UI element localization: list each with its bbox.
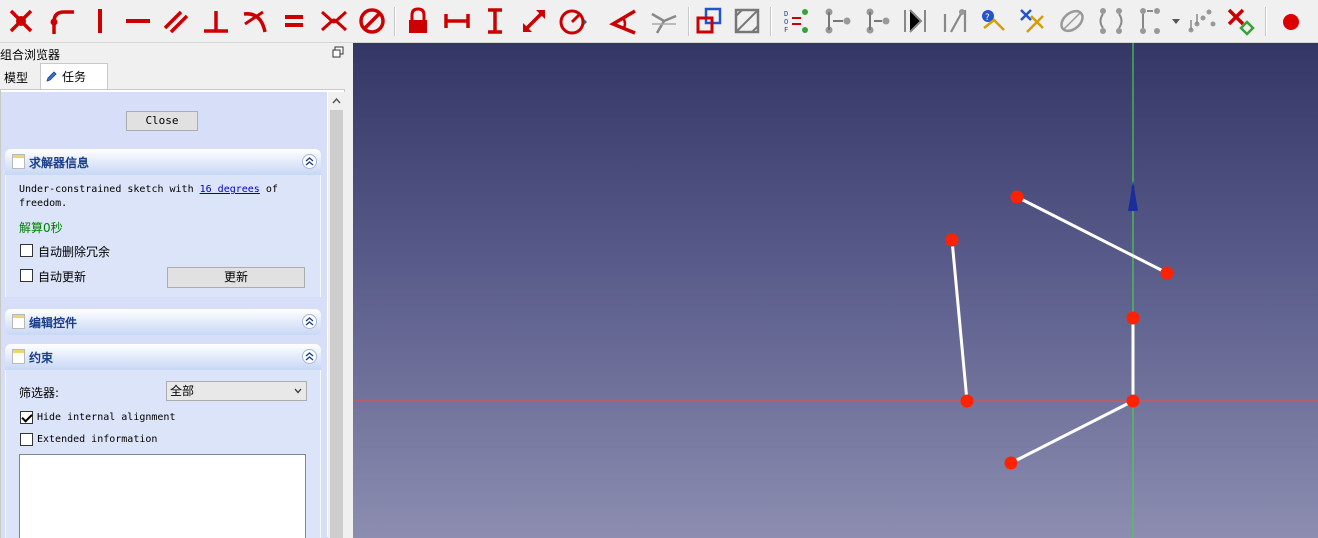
sketcher-toolbar: D O F ? [0, 0, 1318, 43]
hide-internal-alignment-checkbox[interactable] [20, 411, 33, 424]
solver-messages-header[interactable]: 求解器信息 [5, 149, 321, 175]
constrain-lock-icon[interactable] [402, 5, 434, 37]
constrain-radius-icon[interactable] [557, 5, 589, 37]
combo-view-title-bar: 组合浏览器 [0, 43, 348, 63]
select-elements-icon[interactable] [900, 5, 932, 37]
sketcher-fillet-icon[interactable] [45, 5, 77, 37]
constraints-header[interactable]: 约束 [5, 344, 321, 370]
solver-messages-title: 求解器信息 [29, 156, 90, 170]
constrain-horizontal-distance-icon[interactable] [441, 5, 473, 37]
update-button[interactable]: 更新 [167, 267, 305, 288]
pencil-icon [46, 71, 57, 82]
constrain-perpendicular-icon[interactable] [200, 5, 232, 37]
sketch-line[interactable] [1010, 399, 1134, 465]
constrain-vertical-icon[interactable] [84, 5, 116, 37]
close-button[interactable]: Close [126, 111, 198, 131]
filter-label: 筛选器: [19, 386, 60, 400]
sketch-point[interactable] [945, 233, 959, 247]
select-axis-icon[interactable] [1016, 5, 1048, 37]
rectangular-array-icon[interactable] [1186, 5, 1218, 37]
select-origin-icon[interactable]: ? [977, 5, 1009, 37]
constrain-block-icon[interactable] [356, 5, 388, 37]
task-panel-scrollbar[interactable] [328, 92, 345, 538]
delete-constraints-icon[interactable] [1224, 5, 1256, 37]
auto-update-label: 自动更新 [38, 270, 87, 284]
collapse-icon[interactable] [302, 314, 317, 329]
collapse-icon[interactable] [302, 349, 317, 364]
svg-text:D: D [784, 10, 788, 18]
sketch-point[interactable] [1126, 311, 1140, 325]
chevron-down-icon [294, 388, 302, 394]
svg-text:O: O [784, 18, 788, 26]
extended-information-label: Extended information [37, 434, 158, 445]
constrain-vertical-distance-icon[interactable] [479, 5, 511, 37]
sketch-line[interactable] [1016, 195, 1168, 275]
document-icon [12, 349, 25, 364]
scrollbar-thumb[interactable] [330, 110, 343, 538]
clone-icon[interactable] [1095, 5, 1127, 37]
dof-link[interactable]: 16 degrees [200, 184, 260, 195]
sketcher-point-icon[interactable] [5, 5, 37, 37]
combo-view-tabs: 模型 任务 [0, 63, 348, 90]
dof-select-icon[interactable]: D O F [780, 5, 812, 37]
constrain-distance-icon[interactable] [518, 5, 550, 37]
constrain-symmetric-icon[interactable] [318, 5, 350, 37]
constrain-snell-icon[interactable] [648, 5, 680, 37]
edit-controls-header[interactable]: 编辑控件 [5, 309, 321, 335]
constraint-list[interactable] [19, 454, 306, 538]
float-window-icon[interactable] [332, 46, 344, 58]
constrain-tangent-icon[interactable] [240, 5, 272, 37]
combo-view-title: 组合浏览器 [0, 48, 61, 62]
select-redundant-icon[interactable] [861, 5, 893, 37]
constrain-horizontal-icon[interactable] [122, 5, 154, 37]
filter-select[interactable]: 全部 [166, 381, 307, 401]
toggle-construction-icon[interactable] [693, 5, 725, 37]
constrain-parallel-icon[interactable] [160, 5, 192, 37]
sketch-point[interactable] [1004, 456, 1018, 470]
tab-model[interactable]: 模型 [0, 65, 40, 89]
3d-view[interactable] [353, 43, 1318, 538]
extended-information-checkbox[interactable] [20, 433, 33, 446]
record-macro-icon[interactable] [1275, 5, 1307, 37]
select-constraints-icon[interactable] [939, 5, 971, 37]
constrain-angle-icon[interactable] [608, 5, 640, 37]
copy-icon[interactable] [1134, 5, 1166, 37]
task-panel: Close 求解器信息 Under-constrained sketch wit… [0, 89, 345, 538]
hide-internal-alignment-label: Hide internal alignment [37, 412, 176, 423]
solver-message: Under-constrained sketch with 16 degrees… [19, 184, 278, 209]
auto-remove-redundant-checkbox[interactable] [20, 244, 33, 257]
constrain-equal-icon[interactable] [278, 5, 310, 37]
chevron-down-icon[interactable] [1170, 5, 1182, 37]
symmetry-ellipse-icon[interactable] [1056, 5, 1088, 37]
solver-messages-body: Under-constrained sketch with 16 degrees… [5, 175, 321, 297]
constraints-title: 约束 [29, 351, 54, 365]
sketch-point[interactable] [1126, 394, 1140, 408]
task-area: Close 求解器信息 Under-constrained sketch wit… [1, 92, 327, 538]
sketch-line[interactable] [950, 239, 969, 402]
svg-text:?: ? [985, 13, 990, 23]
collapse-icon[interactable] [302, 154, 317, 169]
sketch-point[interactable] [1010, 190, 1024, 204]
auto-update-checkbox[interactable] [20, 269, 33, 282]
scroll-up-icon[interactable] [328, 92, 345, 109]
edit-controls-title: 编辑控件 [29, 316, 78, 330]
constraints-body: 筛选器: 全部 Hide internal alignment Extended… [5, 370, 321, 538]
select-conflicting-icon[interactable] [822, 5, 854, 37]
sketch-canvas[interactable] [353, 43, 1318, 538]
toggle-driving-icon[interactable] [731, 5, 763, 37]
auto-remove-redundant-label: 自动删除冗余 [38, 245, 111, 259]
tab-task[interactable]: 任务 [40, 63, 108, 90]
sketch-point[interactable] [960, 394, 974, 408]
document-icon [12, 314, 25, 329]
sketch-point[interactable] [1160, 266, 1174, 280]
svg-text:F: F [784, 26, 788, 34]
document-icon [12, 154, 25, 169]
solver-time: 解算0秒 [19, 221, 63, 235]
